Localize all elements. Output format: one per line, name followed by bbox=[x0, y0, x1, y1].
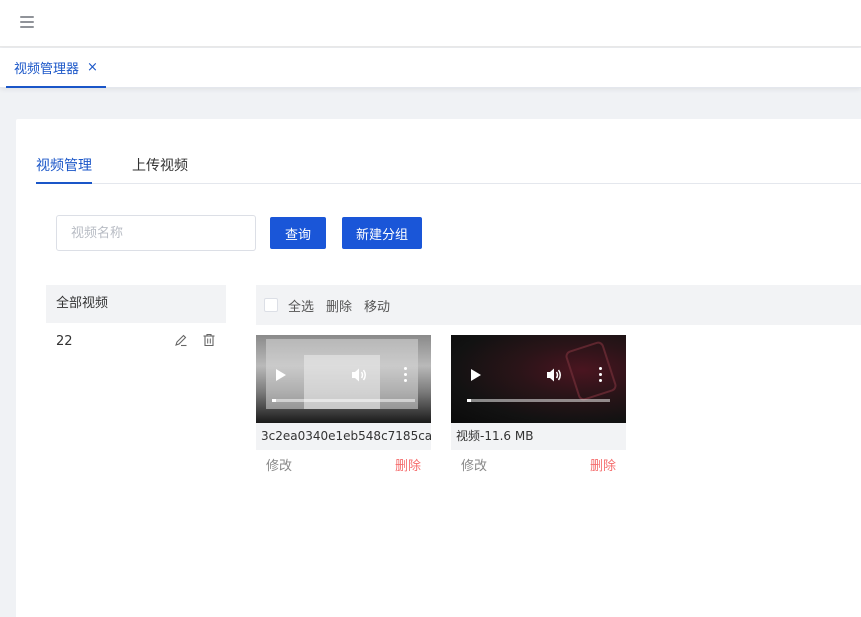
group-panel: 全部视频 22 bbox=[46, 285, 226, 359]
video-progress-bar[interactable] bbox=[272, 399, 415, 402]
edit-icon[interactable] bbox=[174, 333, 188, 347]
video-name: 视频-11.6 MB bbox=[451, 423, 626, 450]
search-input[interactable] bbox=[56, 215, 256, 251]
batch-delete-button[interactable]: 删除 bbox=[326, 296, 352, 315]
batch-toolbar: 全选 删除 移动 bbox=[256, 285, 861, 325]
volume-icon[interactable] bbox=[350, 366, 368, 384]
top-bar bbox=[0, 0, 861, 47]
select-all-checkbox[interactable] bbox=[264, 298, 278, 312]
new-group-button[interactable]: 新建分组 bbox=[342, 217, 422, 249]
group-name: 22 bbox=[56, 333, 73, 349]
batch-move-button[interactable]: 移动 bbox=[364, 296, 390, 315]
video-card: 3c2ea0340e1eb548c7185ca2ea 修改 删除 bbox=[256, 335, 431, 478]
video-progress-bar[interactable] bbox=[467, 399, 610, 402]
play-icon[interactable] bbox=[471, 369, 481, 381]
page-tab-video-manager[interactable]: 视频管理器 × bbox=[6, 48, 106, 88]
group-all-videos[interactable]: 全部视频 bbox=[46, 285, 226, 323]
main-card: 视频管理 上传视频 查询 新建分组 全部视频 22 bbox=[16, 119, 861, 617]
close-icon[interactable]: × bbox=[87, 60, 98, 75]
delete-video-button[interactable]: 删除 bbox=[395, 455, 421, 474]
progress-fill bbox=[272, 399, 277, 402]
subtab-bar: 视频管理 上传视频 bbox=[36, 155, 861, 184]
delete-video-button[interactable]: 删除 bbox=[590, 455, 616, 474]
tab-video-manage[interactable]: 视频管理 bbox=[36, 155, 92, 184]
progress-fill bbox=[467, 399, 472, 402]
select-all-button[interactable]: 全选 bbox=[288, 296, 314, 315]
page-tab-label: 视频管理器 bbox=[14, 61, 80, 77]
more-options-icon[interactable] bbox=[599, 367, 603, 383]
edit-video-button[interactable]: 修改 bbox=[266, 455, 292, 474]
more-options-icon[interactable] bbox=[404, 367, 408, 383]
video-player[interactable] bbox=[256, 335, 431, 423]
hamburger-icon[interactable] bbox=[20, 16, 34, 28]
video-name: 3c2ea0340e1eb548c7185ca2ea bbox=[256, 423, 431, 450]
query-button[interactable]: 查询 bbox=[270, 217, 326, 249]
group-item[interactable]: 22 bbox=[46, 323, 226, 359]
page-tab-bar: 视频管理器 × bbox=[0, 48, 861, 88]
trash-icon[interactable] bbox=[202, 333, 216, 347]
edit-video-button[interactable]: 修改 bbox=[461, 455, 487, 474]
video-card: 视频-11.6 MB 修改 删除 bbox=[451, 335, 626, 478]
tab-upload-video[interactable]: 上传视频 bbox=[132, 155, 188, 184]
video-player[interactable] bbox=[451, 335, 626, 423]
play-icon[interactable] bbox=[276, 369, 286, 381]
volume-icon[interactable] bbox=[545, 366, 563, 384]
